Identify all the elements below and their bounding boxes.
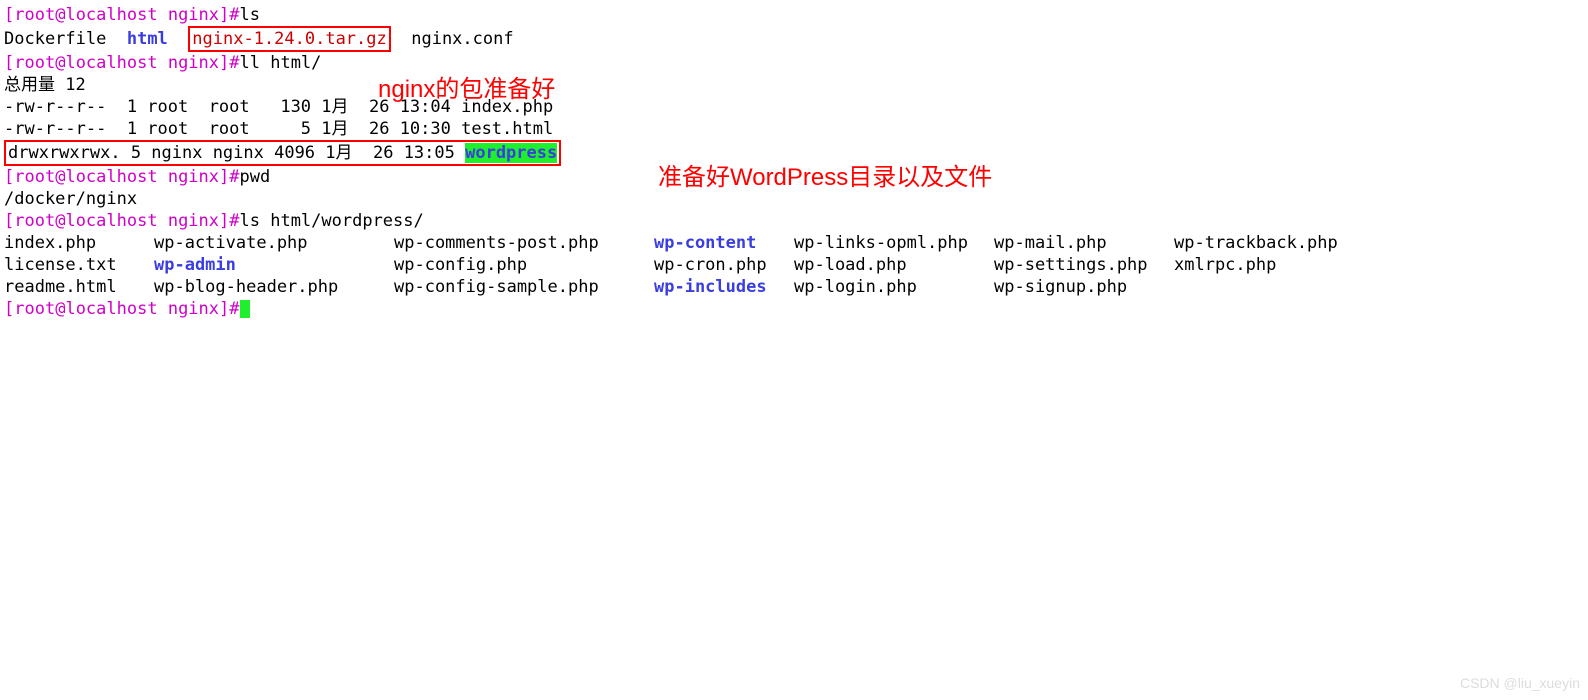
annotation-wordpress: 准备好WordPress目录以及文件 xyxy=(658,166,992,190)
dir-wp-includes: wp-includes xyxy=(654,276,794,298)
wp-row: readme.htmlwp-blog-header.phpwp-config-s… xyxy=(4,276,1584,298)
pwd-output: /docker/nginx xyxy=(4,188,1584,210)
highlight-box-wordpress: drwxrwxrwx. 5 nginx nginx 4096 1月 26 13:… xyxy=(4,140,561,166)
prompt-hash: # xyxy=(229,5,239,25)
ll-row-wordpress: drwxrwxrwx. 5 nginx nginx 4096 1月 26 13:… xyxy=(4,140,1584,166)
prompt-user: root xyxy=(14,5,55,25)
highlight-box-tarball: nginx-1.24.0.tar.gz xyxy=(188,26,390,52)
command-ls-wp: ls html/wordpress/ xyxy=(240,211,424,231)
wp-row: index.phpwp-activate.phpwp-comments-post… xyxy=(4,232,1584,254)
ll-row: -rw-r--r-- 1 root root 5 1月 26 10:30 tes… xyxy=(4,118,1584,140)
terminal-line: [root@localhost nginx]#ls xyxy=(4,4,1584,26)
watermark: CSDN @liu_xueyin xyxy=(1460,672,1580,694)
prompt-dir: nginx xyxy=(168,5,219,25)
wp-row: license.txtwp-adminwp-config.phpwp-cron.… xyxy=(4,254,1584,276)
ll-total: 总用量 12 xyxy=(4,74,1584,96)
terminal-line: [root@localhost nginx]#ll html/ xyxy=(4,52,1584,74)
file-dockerfile: Dockerfile xyxy=(4,29,106,49)
prompt-host: localhost xyxy=(65,5,157,25)
prompt-bracket: [ xyxy=(4,5,14,25)
terminal-line[interactable]: [root@localhost nginx]# xyxy=(4,298,1584,320)
ll-row: -rw-r--r-- 1 root root 130 1月 26 13:04 i… xyxy=(4,96,1584,118)
command-ls: ls xyxy=(240,5,260,25)
command-ll: ll html/ xyxy=(240,53,322,73)
file-tarball: nginx-1.24.0.tar.gz xyxy=(192,29,386,49)
dir-html: html xyxy=(127,29,168,49)
annotation-nginx: nginx的包准备好 xyxy=(378,78,555,102)
file-nginx-conf: nginx.conf xyxy=(411,29,513,49)
dir-wp-content: wp-content xyxy=(654,232,794,254)
ls-output: Dockerfile html nginx-1.24.0.tar.gz ngin… xyxy=(4,26,1584,52)
dir-wordpress: wordpress xyxy=(465,143,557,163)
terminal-line: [root@localhost nginx]#ls html/wordpress… xyxy=(4,210,1584,232)
dir-wp-admin: wp-admin xyxy=(154,254,394,276)
cursor-icon xyxy=(240,300,250,318)
command-pwd: pwd xyxy=(240,167,271,187)
